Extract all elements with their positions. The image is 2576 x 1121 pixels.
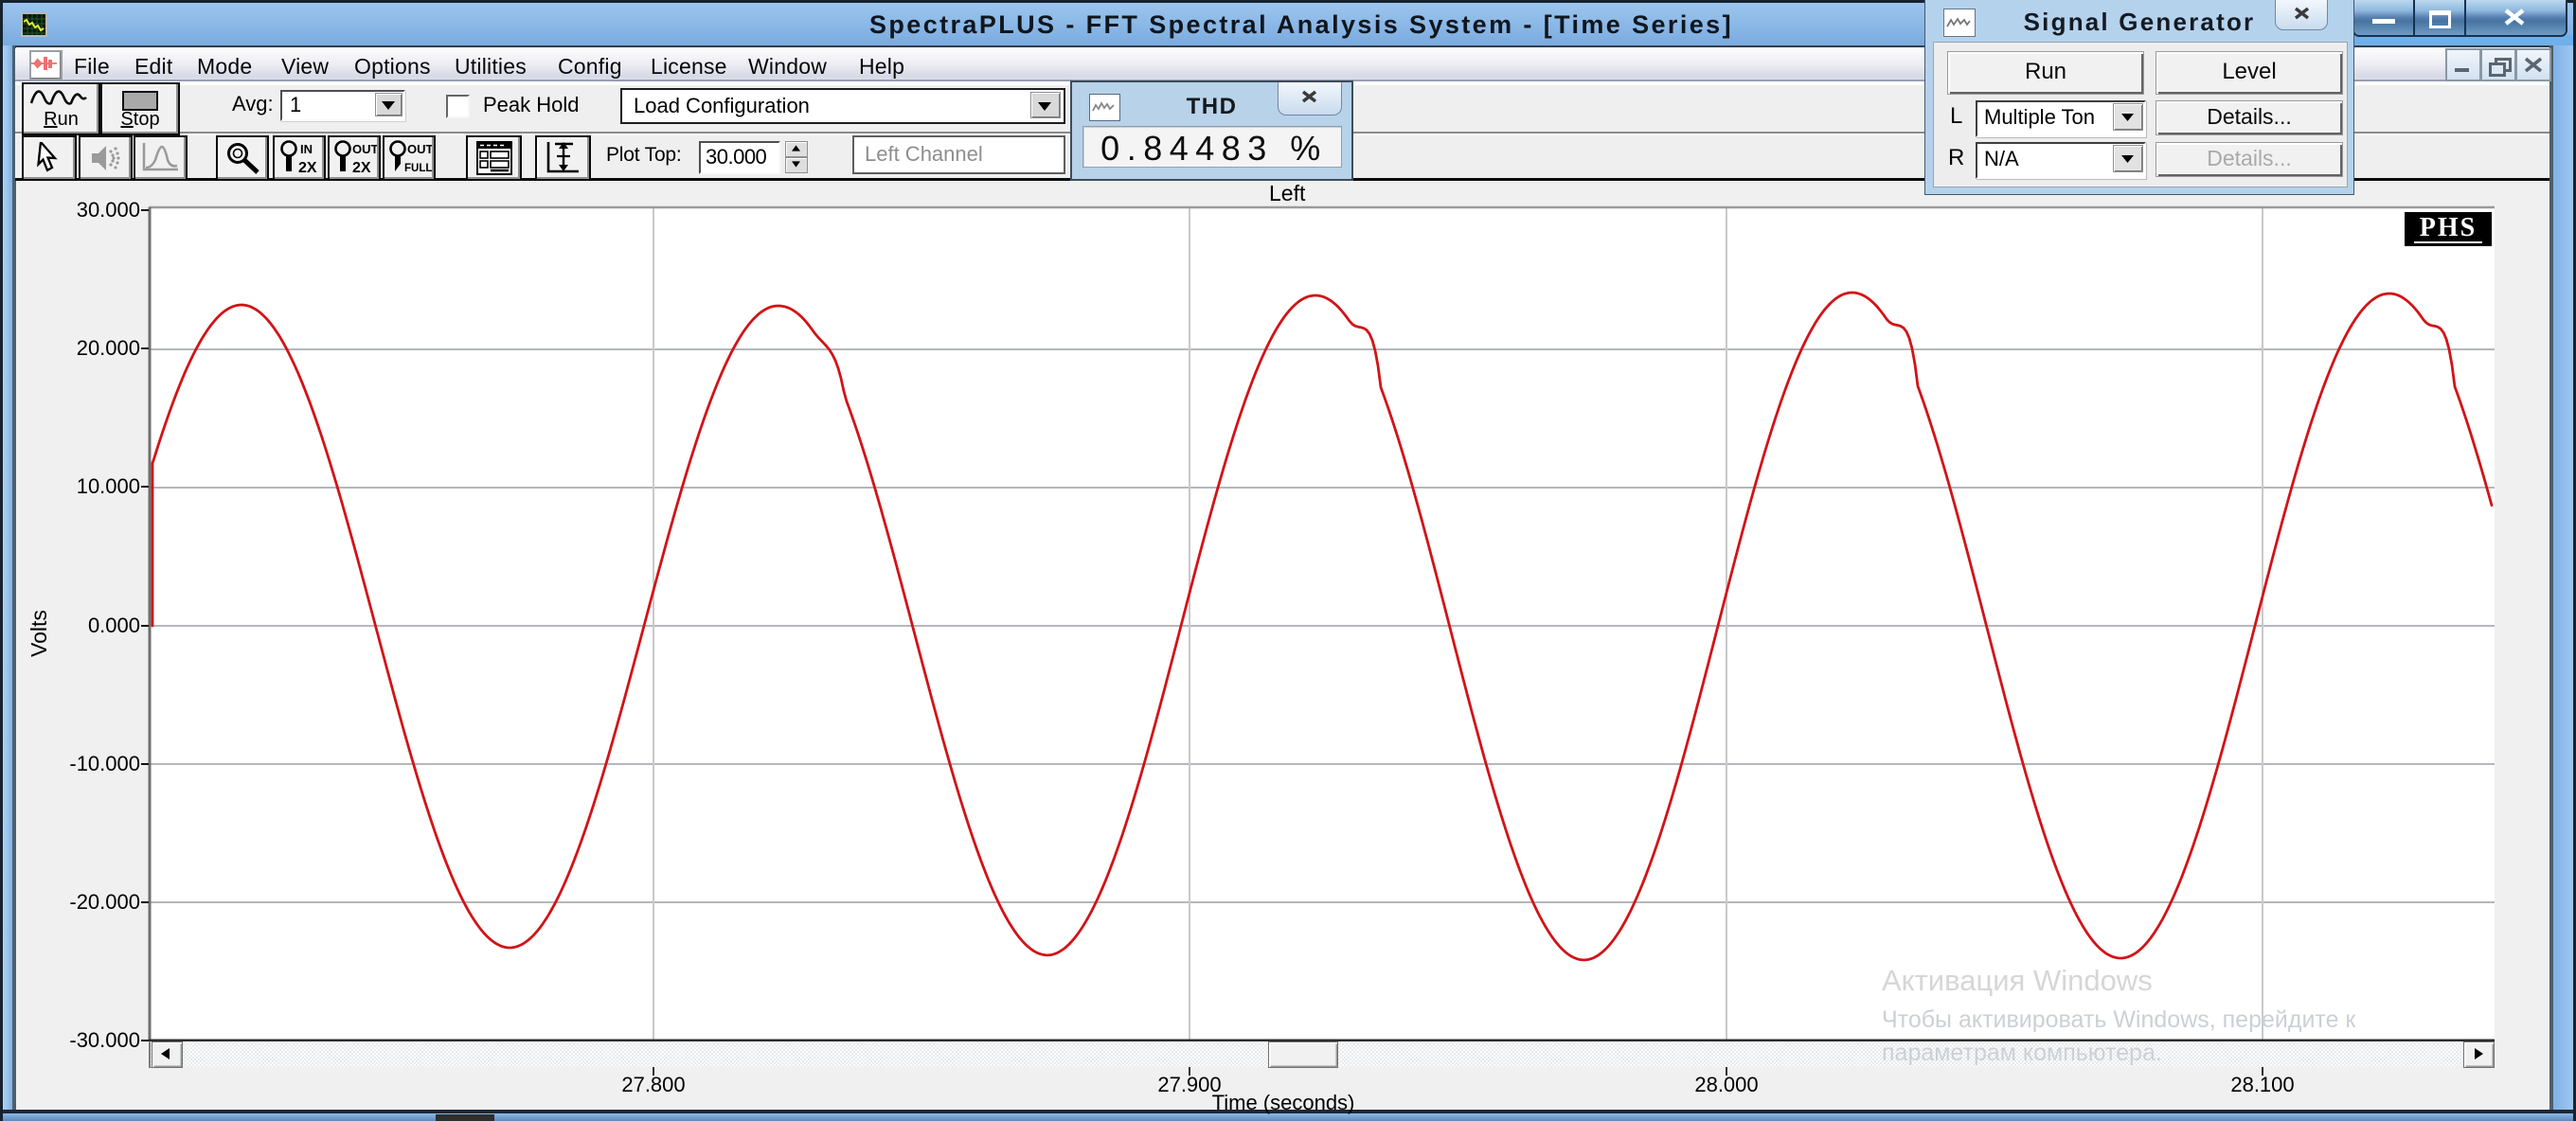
svg-text:IN: IN <box>300 142 313 156</box>
svg-text:2X: 2X <box>298 160 317 176</box>
svg-text:OUT: OUT <box>352 142 377 156</box>
svg-text:2X: 2X <box>352 160 371 176</box>
svg-text:FULL: FULL <box>404 163 432 174</box>
svg-text:OUT: OUT <box>407 142 432 156</box>
